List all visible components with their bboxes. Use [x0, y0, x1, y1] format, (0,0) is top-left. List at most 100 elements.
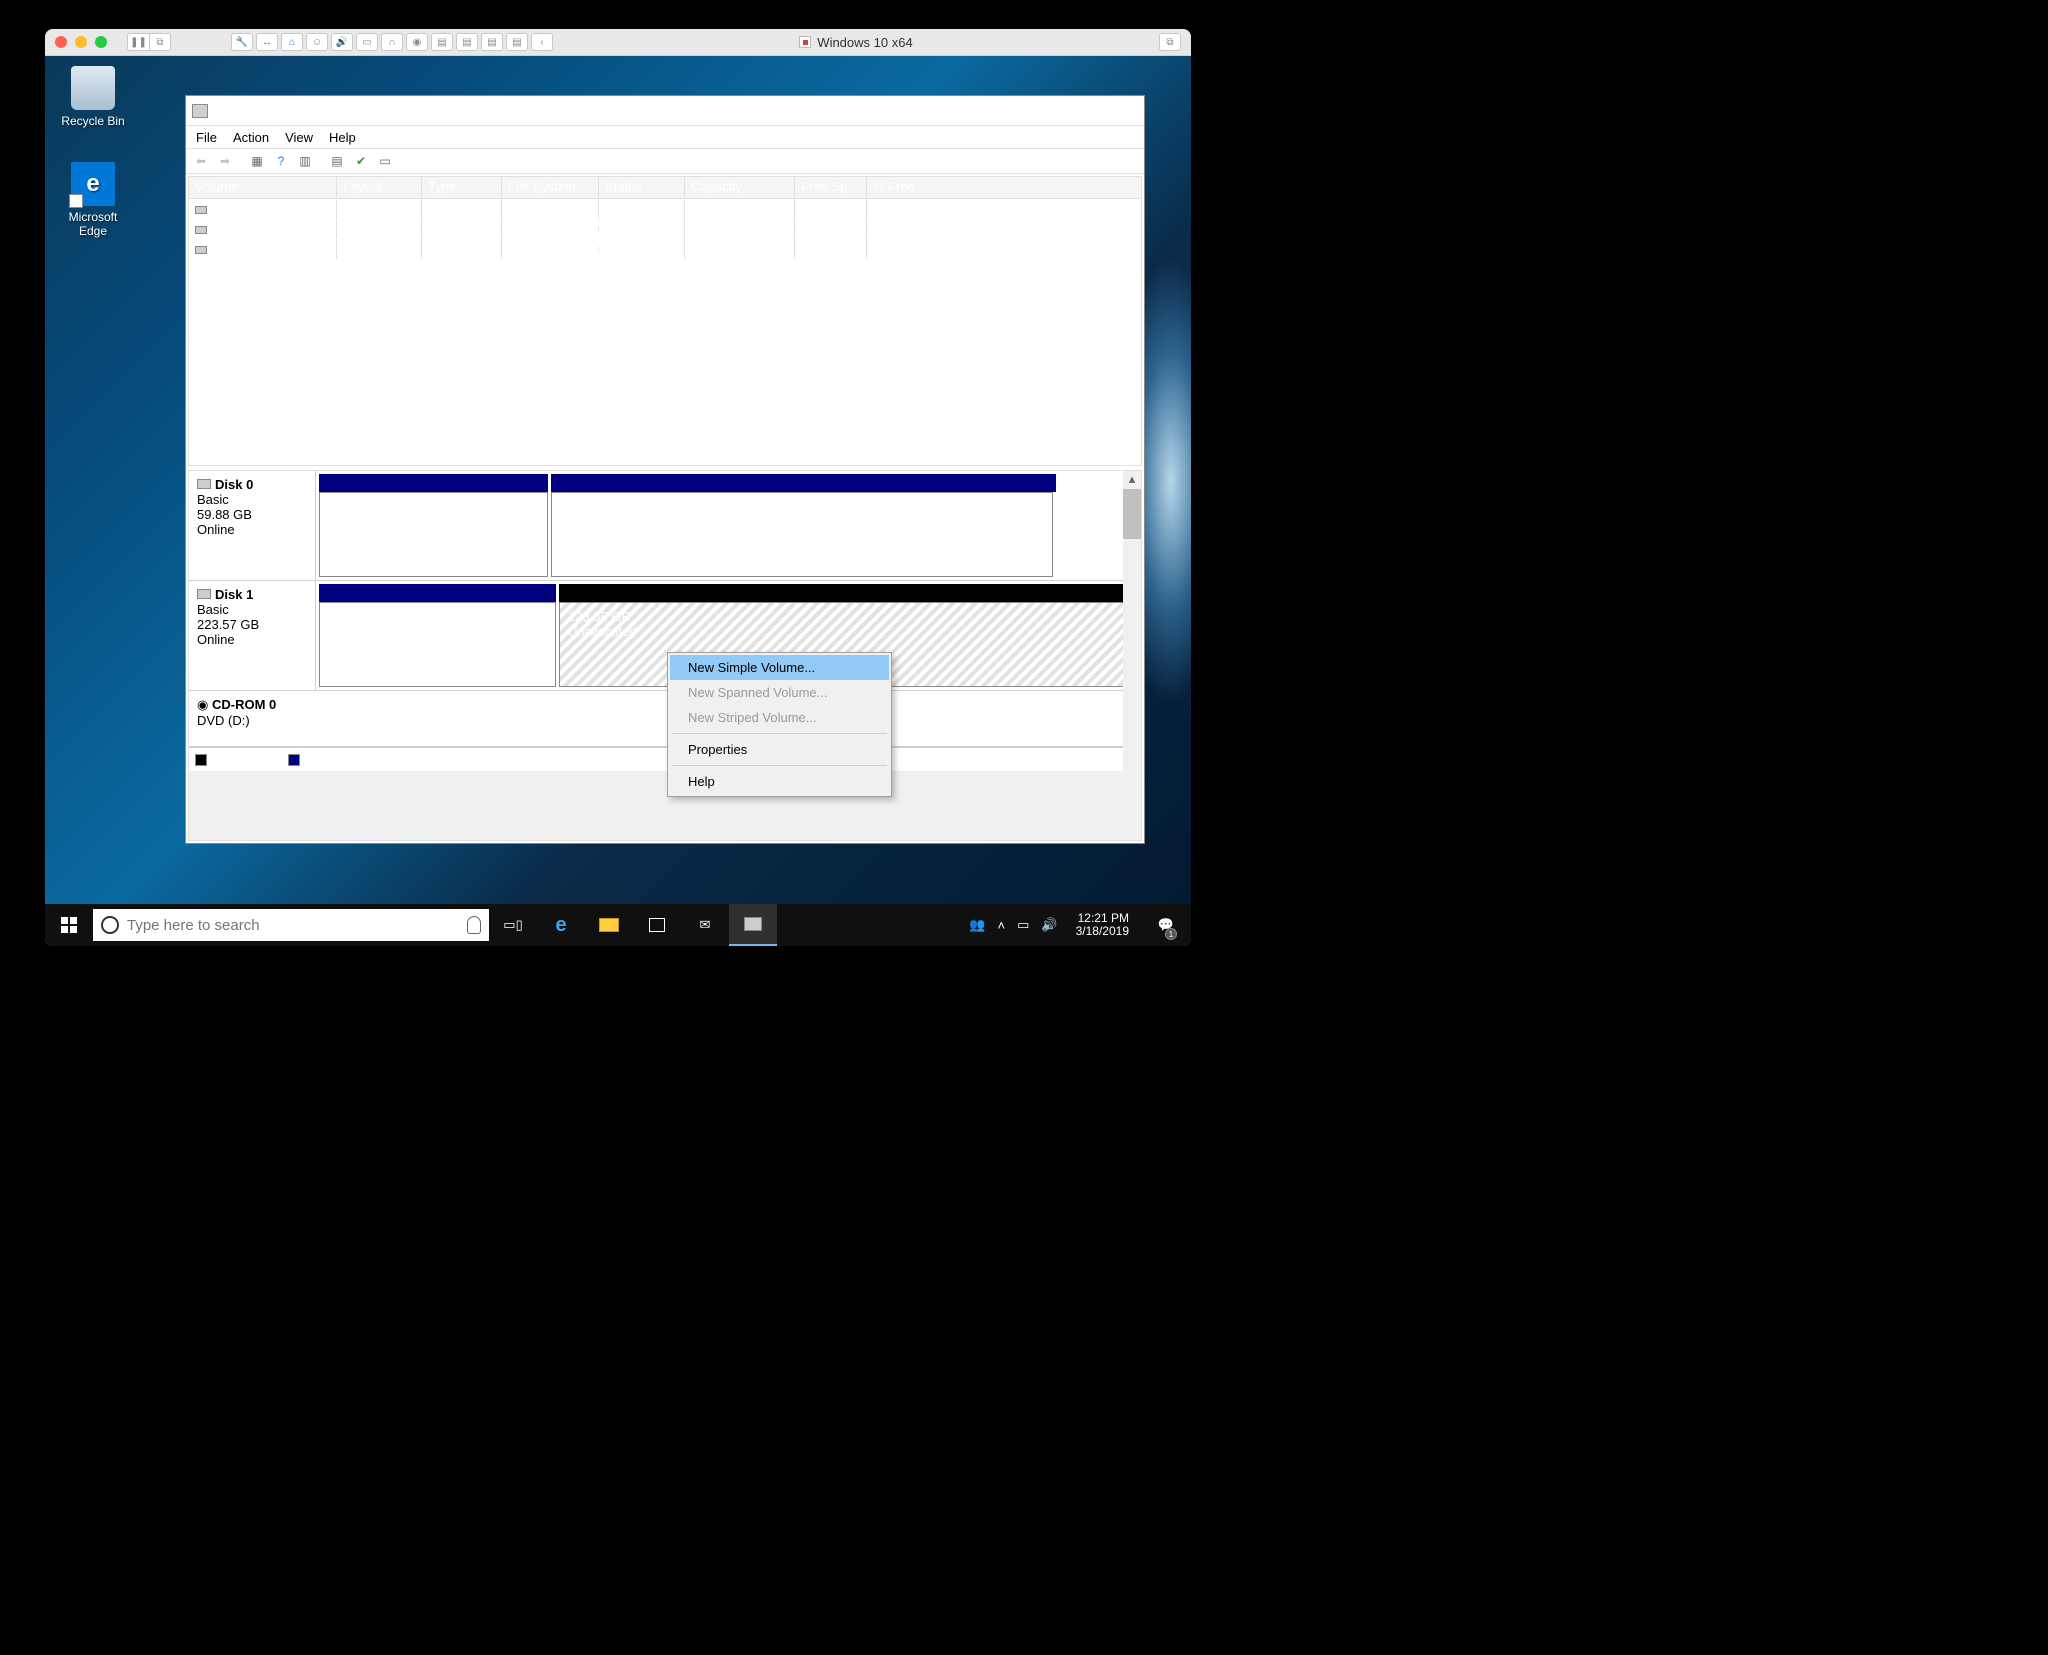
- toolbar-action1-icon[interactable]: ▤: [326, 151, 348, 171]
- ctx-new-striped-volume: New Striped Volume...: [670, 705, 889, 730]
- mac-pause-group[interactable]: ❚❚ ⧉: [127, 33, 171, 51]
- mac-tool-wrench-icon[interactable]: 🔧: [231, 33, 253, 51]
- cdrom-label[interactable]: ◉ CD-ROM 0 DVD (D:): [189, 691, 316, 746]
- minimize-button[interactable]: —: [1003, 97, 1048, 125]
- desktop-icon-edge[interactable]: e Microsoft Edge: [55, 162, 131, 238]
- windows-desktop[interactable]: Recycle Bin e Microsoft Edge Disk Manage…: [45, 56, 1191, 946]
- col-fs[interactable]: File System: [502, 177, 599, 198]
- start-button[interactable]: [45, 904, 93, 946]
- col-pct[interactable]: % Free: [867, 177, 942, 198]
- ctx-new-simple-volume[interactable]: New Simple Volume...: [670, 655, 889, 680]
- mac-close-button[interactable]: [55, 36, 67, 48]
- col-status[interactable]: Status: [599, 177, 685, 198]
- ctx-help[interactable]: Help: [670, 769, 889, 794]
- taskbar-explorer[interactable]: [585, 904, 633, 946]
- ctx-new-spanned-volume: New Spanned Volume...: [670, 680, 889, 705]
- legend-unalloc-label: Unallocated: [213, 752, 282, 767]
- disk-management-window: Disk Management — ☐ ✕ File Action View H…: [185, 95, 1145, 844]
- toolbar-view-icon[interactable]: ▦: [246, 151, 268, 171]
- mac-tool-resize-icon[interactable]: ↔: [256, 33, 278, 51]
- taskbar-store[interactable]: [633, 904, 681, 946]
- disk0-label[interactable]: Disk 0 Basic 59.88 GB Online: [189, 471, 316, 580]
- dm-toolbar: ⬅ ➡ ▦ ? ▥ ▤ ✔ ▭: [186, 148, 1144, 174]
- mic-icon[interactable]: [467, 916, 481, 934]
- taskbar-edge[interactable]: e: [537, 904, 585, 946]
- dm-menubar: File Action View Help: [186, 126, 1144, 148]
- mac-tool-disk-icon[interactable]: ⌂: [281, 33, 303, 51]
- mac-vm-title: Windows 10 x64: [553, 35, 1159, 50]
- volume-list-body: (C:) Simple Basic NTFS Healthy (B... 59.…: [189, 199, 1141, 465]
- volume-list-header: Volume Layout Type File System Status Ca…: [189, 177, 1141, 199]
- mac-tool-user-icon[interactable]: ☺: [306, 33, 328, 51]
- mac-titlebar: ❚❚ ⧉ 🔧 ↔ ⌂ ☺ 🔊 ▭ ∩ ◉ ▤ ▤ ▤ ▤ ‹ Windows 1…: [45, 29, 1191, 56]
- context-menu: New Simple Volume... New Spanned Volume.…: [667, 652, 892, 797]
- tray-network-icon[interactable]: ▭: [1017, 917, 1029, 933]
- toolbar-help-icon[interactable]: ?: [270, 151, 292, 171]
- tray-chevron-up-icon[interactable]: ˄: [998, 918, 1006, 933]
- close-button[interactable]: ✕: [1093, 97, 1138, 125]
- taskbar-mail[interactable]: ✉: [681, 904, 729, 946]
- disk1-partition-1[interactable]: 200 MB Healthy (EFI System Partition): [319, 602, 556, 687]
- vm-icon: [799, 36, 811, 48]
- mac-tool-3-icon[interactable]: ▤: [481, 33, 503, 51]
- mac-tool-4-icon[interactable]: ▤: [506, 33, 528, 51]
- system-tray: 👥 ˄ ▭ 🔊 12:21 PM 3/18/2019 💬1: [963, 904, 1191, 946]
- volume-list: Volume Layout Type File System Status Ca…: [188, 176, 1142, 466]
- tray-people-icon[interactable]: 👥: [969, 917, 985, 933]
- disk-icon: [197, 479, 211, 489]
- scrollbar-thumb[interactable]: [1123, 489, 1141, 539]
- legend: Unallocated Primary partition: [189, 747, 1141, 771]
- ctx-properties[interactable]: Properties: [670, 737, 889, 762]
- scrollbar[interactable]: ▴: [1123, 471, 1141, 816]
- disk0-partition-2[interactable]: (C:) 59.68 GB NTFS Healthy (Boot, Page F…: [551, 492, 1053, 577]
- mac-tool-1-icon[interactable]: ▤: [431, 33, 453, 51]
- volume-row[interactable]: (C:) Simple Basic NTFS Healthy (B... 59.…: [189, 199, 1141, 219]
- col-volume[interactable]: Volume: [189, 177, 337, 198]
- col-free[interactable]: Free Sp...: [795, 177, 867, 198]
- disk0-partition-1[interactable]: 200 MB Healthy (EFI System Partition): [319, 492, 548, 577]
- volume-row[interactable]: (Disk 1 partition 1) Simple Basic Health…: [189, 239, 1141, 259]
- mac-vm-title-text: Windows 10 x64: [817, 35, 912, 50]
- menu-action[interactable]: Action: [233, 130, 269, 145]
- mac-tool-mouse-icon[interactable]: ◉: [406, 33, 428, 51]
- volume-row[interactable]: (Disk 0 partition 1) Simple Basic Health…: [189, 219, 1141, 239]
- task-view-button[interactable]: ▭▯: [489, 904, 537, 946]
- dm-title-text: Disk Management: [214, 103, 1003, 118]
- menu-view[interactable]: View: [285, 130, 313, 145]
- col-capacity[interactable]: Capacity: [685, 177, 795, 198]
- col-type[interactable]: Type: [422, 177, 502, 198]
- action-center-button[interactable]: 💬1: [1147, 904, 1185, 946]
- menu-file[interactable]: File: [196, 130, 217, 145]
- legend-unalloc-swatch: [195, 754, 207, 766]
- toolbar-action2-icon[interactable]: ▭: [374, 151, 396, 171]
- mac-fullscreen-button[interactable]: ⧉: [1159, 33, 1181, 51]
- desktop-icon-recycle-bin[interactable]: Recycle Bin: [55, 66, 131, 128]
- mac-minimize-button[interactable]: [75, 36, 87, 48]
- recycle-bin-label: Recycle Bin: [55, 114, 131, 128]
- disk1-label[interactable]: Disk 1 Basic 223.57 GB Online: [189, 581, 316, 690]
- disk1-p1-bar: [319, 584, 556, 602]
- mac-tool-sound-icon[interactable]: 🔊: [331, 33, 353, 51]
- ctx-separator: [672, 765, 887, 766]
- toolbar-back-icon: ⬅: [190, 151, 212, 171]
- menu-help[interactable]: Help: [329, 130, 356, 145]
- mac-tool-headphones-icon[interactable]: ∩: [381, 33, 403, 51]
- mac-tool-camera-icon[interactable]: ▭: [356, 33, 378, 51]
- edge-label-2: Edge: [55, 224, 131, 238]
- dm-titlebar[interactable]: Disk Management — ☐ ✕: [186, 96, 1144, 126]
- col-layout[interactable]: Layout: [337, 177, 422, 198]
- edge-label-1: Microsoft: [55, 210, 131, 224]
- maximize-button[interactable]: ☐: [1048, 97, 1093, 125]
- legend-primary-swatch: [288, 754, 300, 766]
- mac-tool-back-icon[interactable]: ‹: [531, 33, 553, 51]
- taskbar-disk-management[interactable]: [729, 904, 777, 946]
- taskbar-clock[interactable]: 12:21 PM 3/18/2019: [1070, 912, 1135, 938]
- tray-volume-icon[interactable]: 🔊: [1041, 917, 1057, 933]
- search-box[interactable]: [93, 909, 489, 941]
- toolbar-list-icon[interactable]: ▥: [294, 151, 316, 171]
- mac-zoom-button[interactable]: [95, 36, 107, 48]
- toolbar-check-icon[interactable]: ✔: [350, 151, 372, 171]
- mac-tool-2-icon[interactable]: ▤: [456, 33, 478, 51]
- volume-icon: [195, 246, 207, 254]
- search-input[interactable]: [127, 917, 459, 934]
